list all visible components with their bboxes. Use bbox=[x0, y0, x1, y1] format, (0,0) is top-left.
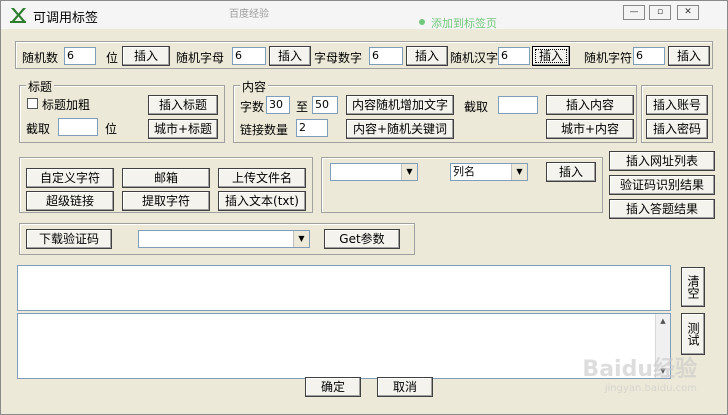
link-count-label: 链接数量 bbox=[240, 123, 289, 137]
random-letter-input[interactable]: 6 bbox=[232, 47, 266, 65]
background-ghost-dot-icon bbox=[419, 19, 425, 25]
title-digit-label: 位 bbox=[105, 122, 118, 136]
tag-output-textarea[interactable] bbox=[17, 265, 671, 311]
close-button[interactable]: ✕ bbox=[677, 5, 699, 20]
insert-random-number-button[interactable]: 插入 bbox=[122, 46, 170, 66]
chevron-down-icon: ▼ bbox=[401, 164, 417, 180]
download-group: 下载验证码 ▼ Get参数 bbox=[19, 223, 415, 255]
watermark-url: jingyan.baidu.com bbox=[604, 383, 697, 394]
ok-button[interactable]: 确定 bbox=[305, 377, 361, 397]
upload-filename-button[interactable]: 上传文件名 bbox=[218, 168, 306, 188]
column-select-value: 列名 bbox=[453, 165, 475, 178]
char-max-input[interactable]: 50 bbox=[312, 96, 338, 114]
insert-account-button[interactable]: 插入账号 bbox=[646, 95, 708, 115]
client-area: 随机数 6 位 插入 随机字母 6 插入 字母数字 6 插入 随机汉字 6 插入… bbox=[1, 29, 727, 414]
link-count-input[interactable]: 2 bbox=[296, 119, 328, 137]
insert-random-letter-button[interactable]: 插入 bbox=[269, 46, 311, 66]
email-button[interactable]: 邮箱 bbox=[122, 168, 210, 188]
insert-answer-result-button[interactable]: 插入答题结果 bbox=[609, 199, 715, 219]
baidu-watermark: Baidu经验 jingyan.baidu.com bbox=[582, 351, 697, 394]
insert-title-button[interactable]: 插入标题 bbox=[148, 95, 218, 115]
account-group: 插入账号 插入密码 bbox=[641, 85, 713, 143]
dialog-window: 可调用标签 百度经验 添加到标签页 — ▫ ✕ 随机数 6 位 插入 随机字母 … bbox=[0, 0, 728, 415]
get-param-button[interactable]: Get参数 bbox=[324, 229, 400, 249]
char-min-input[interactable]: 30 bbox=[266, 96, 290, 114]
content-truncate-label: 截取 bbox=[464, 100, 489, 114]
test-button[interactable]: 测试 bbox=[681, 313, 705, 355]
bold-title-checkbox[interactable] bbox=[27, 98, 38, 109]
watermark-brand: Baidu经验 bbox=[582, 357, 697, 382]
chevron-down-icon: ▼ bbox=[293, 231, 309, 247]
window-title: 可调用标签 bbox=[33, 11, 99, 26]
test-result-textarea[interactable]: ▲ ▼ bbox=[17, 313, 671, 379]
insert-content-button[interactable]: 插入内容 bbox=[546, 95, 634, 115]
content-group: 内容 字数 30 至 50 内容随机增加文字 截取 插入内容 链接数量 2 内容… bbox=[233, 78, 637, 143]
title-truncate-label: 截取 bbox=[26, 122, 51, 136]
random-char-input[interactable]: 6 bbox=[633, 47, 665, 65]
content-truncate-input[interactable] bbox=[498, 96, 538, 114]
captcha-result-button[interactable]: 验证码识别结果 bbox=[609, 175, 715, 195]
background-ghost-text: 百度经验 bbox=[229, 9, 269, 20]
random-char-label: 随机字符 bbox=[584, 51, 633, 65]
insert-random-char-button[interactable]: 插入 bbox=[668, 46, 710, 66]
insert-random-hanzi-button[interactable]: 插入 bbox=[532, 46, 570, 66]
digit-label: 位 bbox=[106, 51, 119, 65]
title-bar[interactable]: 可调用标签 百度经验 添加到标签页 — ▫ ✕ bbox=[1, 1, 727, 30]
super-link-button[interactable]: 超级链接 bbox=[26, 191, 114, 211]
insert-text-file-button[interactable]: 插入文本(txt) bbox=[218, 191, 306, 211]
column-group: ▼ 列名 ▼ 插入 bbox=[321, 157, 603, 213]
extract-char-button[interactable]: 提取字符 bbox=[122, 191, 210, 211]
bold-title-label: 标题加粗 bbox=[42, 98, 91, 112]
insert-column-button[interactable]: 插入 bbox=[546, 162, 596, 182]
alnum-label: 字母数字 bbox=[314, 51, 363, 65]
to-label: 至 bbox=[296, 100, 309, 114]
alnum-input[interactable]: 6 bbox=[369, 47, 403, 65]
random-hanzi-label: 随机汉字 bbox=[450, 51, 499, 65]
random-letter-label: 随机字母 bbox=[176, 51, 225, 65]
content-random-keyword-button[interactable]: 内容+随机关键词 bbox=[346, 119, 454, 139]
maximize-button[interactable]: ▫ bbox=[649, 5, 671, 20]
insert-url-list-button[interactable]: 插入网址列表 bbox=[609, 151, 715, 171]
custom-char-button[interactable]: 自定义字符 bbox=[26, 168, 114, 188]
insert-password-button[interactable]: 插入密码 bbox=[646, 119, 708, 139]
content-random-text-button[interactable]: 内容随机增加文字 bbox=[346, 95, 454, 115]
column-select[interactable]: 列名 ▼ bbox=[450, 163, 528, 181]
title-group-legend: 标题 bbox=[26, 78, 55, 95]
content-group-legend: 内容 bbox=[240, 78, 269, 95]
misc-group: 自定义字符 邮箱 上传文件名 超级链接 提取字符 插入文本(txt) bbox=[19, 157, 313, 213]
app-logo-icon bbox=[10, 8, 26, 23]
random-number-label: 随机数 bbox=[22, 51, 59, 65]
random-hanzi-input[interactable]: 6 bbox=[498, 47, 530, 65]
clear-button[interactable]: 清空 bbox=[681, 267, 705, 307]
minimize-button[interactable]: — bbox=[623, 5, 645, 20]
title-truncate-input[interactable] bbox=[58, 118, 98, 136]
source-select[interactable]: ▼ bbox=[330, 163, 418, 181]
city-content-button[interactable]: 城市+内容 bbox=[546, 119, 634, 139]
cancel-button[interactable]: 取消 bbox=[377, 377, 433, 397]
download-captcha-button[interactable]: 下载验证码 bbox=[26, 229, 112, 249]
random-generators-row: 随机数 6 位 插入 随机字母 6 插入 字母数字 6 插入 随机汉字 6 插入… bbox=[15, 41, 713, 69]
scroll-up-icon[interactable]: ▲ bbox=[656, 314, 670, 328]
random-number-input[interactable]: 6 bbox=[64, 47, 96, 65]
city-title-button[interactable]: 城市+标题 bbox=[148, 119, 218, 139]
param-select[interactable]: ▼ bbox=[138, 230, 310, 248]
chevron-down-icon: ▼ bbox=[511, 164, 527, 180]
title-group: 标题 标题加粗 插入标题 截取 位 城市+标题 bbox=[19, 78, 225, 143]
char-count-label: 字数 bbox=[240, 100, 265, 114]
insert-alnum-button[interactable]: 插入 bbox=[406, 46, 448, 66]
